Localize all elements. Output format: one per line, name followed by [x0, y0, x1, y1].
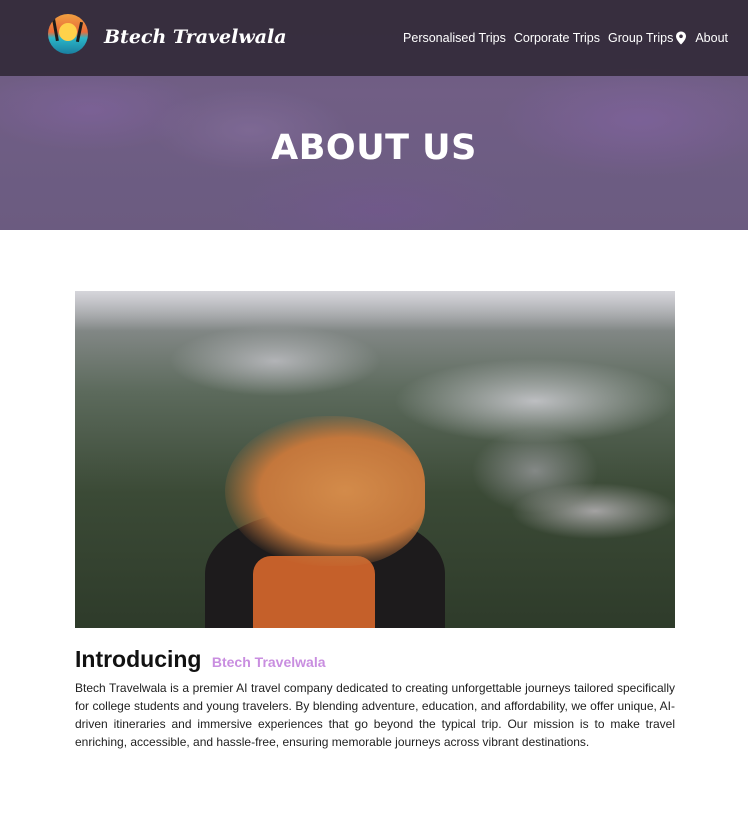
sun-icon [59, 23, 77, 41]
brand-name[interactable]: Btech Travelwala [104, 26, 287, 48]
intro-brand-accent: Btech Travelwala [211, 654, 326, 670]
photo-backpack [253, 556, 375, 628]
intro-paragraph: Btech Travelwala is a premier AI travel … [75, 681, 675, 749]
brand-logo[interactable] [48, 14, 88, 54]
photo-mist [75, 291, 675, 331]
nav-link-group-trips-label: Group Trips [608, 31, 674, 45]
nav-link-about[interactable]: About [695, 31, 728, 45]
location-pin-icon [676, 31, 687, 45]
nav-link-personalised-trips[interactable]: Personalised Trips [403, 31, 506, 45]
palm-tree-icon [75, 21, 84, 43]
top-navbar: Btech Travelwala Personalised Trips Corp… [0, 0, 748, 76]
intro-heading: Introducing Btech Travelwala [75, 646, 326, 673]
page-title: ABOUT US [271, 128, 477, 168]
about-hero-photo [75, 291, 675, 628]
nav-link-group-trips[interactable]: Group Trips [608, 31, 687, 45]
photo-hair [225, 416, 425, 566]
palm-tree-icon [52, 18, 59, 42]
nav-links: Personalised Trips Corporate Trips Group… [395, 31, 728, 45]
intro-heading-text: Introducing [75, 646, 202, 672]
nav-link-corporate-trips[interactable]: Corporate Trips [514, 31, 600, 45]
